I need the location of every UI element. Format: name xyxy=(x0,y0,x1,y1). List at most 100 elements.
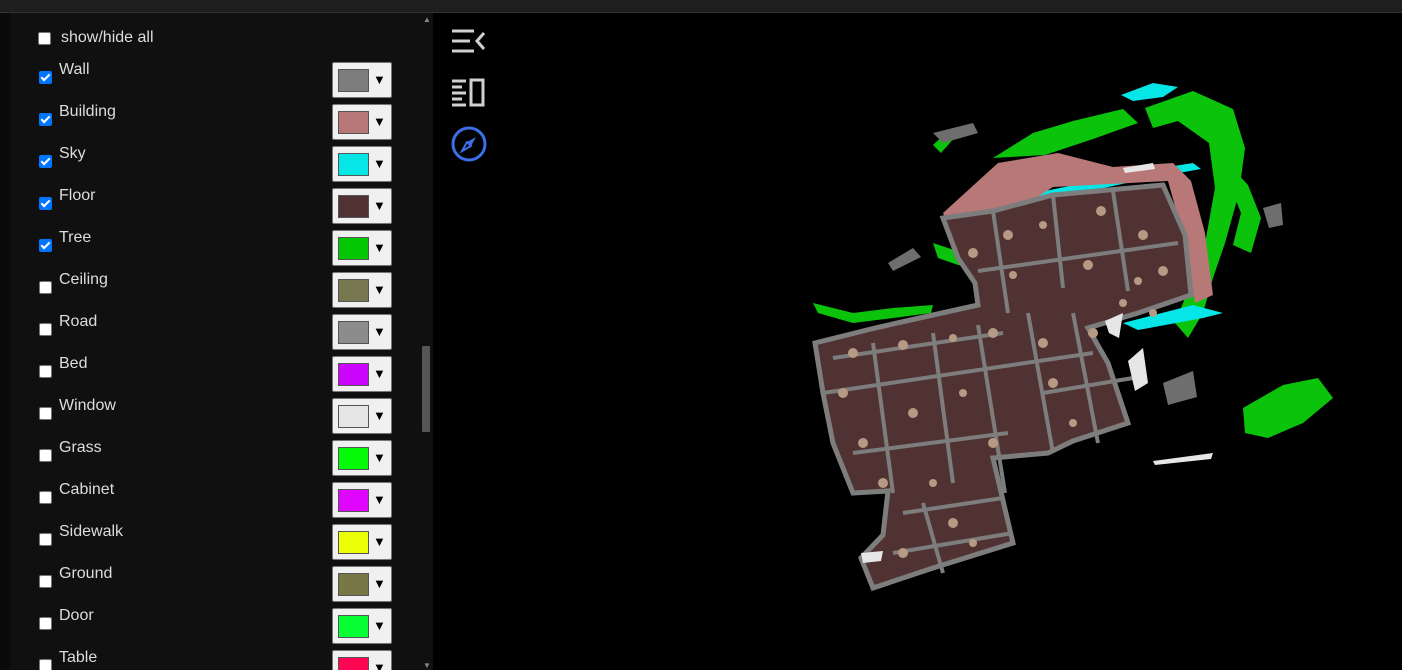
top-bar xyxy=(0,0,1402,13)
color-swatch xyxy=(338,195,369,218)
legend-item-cabinet[interactable]: Cabinet ▼ xyxy=(10,479,420,521)
dropdown-arrow-icon: ▼ xyxy=(373,492,386,507)
point-cloud-scene xyxy=(812,83,1333,592)
legend-item-checkbox[interactable] xyxy=(39,155,52,168)
dropdown-arrow-icon: ▼ xyxy=(373,576,386,591)
color-swatch xyxy=(338,363,369,386)
legend-item-checkbox[interactable] xyxy=(39,449,52,462)
color-swatch xyxy=(338,111,369,134)
legend-item-checkbox[interactable] xyxy=(39,281,52,294)
legend-item-checkbox[interactable] xyxy=(39,491,52,504)
legend-item-checkbox[interactable] xyxy=(39,575,52,588)
scroll-up-icon[interactable]: ▲ xyxy=(423,15,431,24)
color-picker-button[interactable]: ▼ xyxy=(332,440,392,476)
legend-item-floor[interactable]: Floor ▼ xyxy=(10,185,420,227)
dropdown-arrow-icon: ▼ xyxy=(373,282,386,297)
dropdown-arrow-icon: ▼ xyxy=(373,240,386,255)
panel-edge xyxy=(0,13,10,670)
legend-item-checkbox[interactable] xyxy=(39,533,52,546)
scrollbar-thumb[interactable] xyxy=(422,346,430,432)
legend-item-label: Building xyxy=(59,103,116,120)
legend-item-label: Bed xyxy=(59,355,88,372)
legend-item-tree[interactable]: Tree ▼ xyxy=(10,227,420,269)
legend-item-ground[interactable]: Ground ▼ xyxy=(10,563,420,605)
legend-item-checkbox[interactable] xyxy=(39,407,52,420)
legend-item-checkbox[interactable] xyxy=(39,323,52,336)
color-swatch xyxy=(338,615,369,638)
legend-item-ceiling[interactable]: Ceiling ▼ xyxy=(10,269,420,311)
legend-item-checkbox[interactable] xyxy=(39,197,52,210)
color-swatch xyxy=(338,657,369,670)
legend-item-checkbox[interactable] xyxy=(39,617,52,630)
color-picker-button[interactable]: ▼ xyxy=(332,650,392,670)
legend-item-checkbox[interactable] xyxy=(39,71,52,84)
color-swatch xyxy=(338,69,369,92)
legend-item-grass[interactable]: Grass ▼ xyxy=(10,437,420,479)
color-swatch xyxy=(338,321,369,344)
legend-item-label: Door xyxy=(59,607,94,624)
color-swatch xyxy=(338,489,369,512)
legend-item-label: Ceiling xyxy=(59,271,108,288)
dropdown-arrow-icon: ▼ xyxy=(373,198,386,213)
show-hide-all-toggle[interactable]: show/hide all xyxy=(38,27,154,49)
color-picker-button[interactable]: ▼ xyxy=(332,230,392,266)
legend-item-label: Cabinet xyxy=(59,481,115,498)
legend-item-label: Table xyxy=(59,649,98,666)
dropdown-arrow-icon: ▼ xyxy=(373,156,386,171)
legend-item-building[interactable]: Building ▼ xyxy=(10,101,420,143)
legend-item-label: Grass xyxy=(59,439,102,456)
legend-item-sidewalk[interactable]: Sidewalk ▼ xyxy=(10,521,420,563)
legend-item-sky[interactable]: Sky ▼ xyxy=(10,143,420,185)
show-hide-all-checkbox[interactable] xyxy=(38,31,51,45)
color-picker-button[interactable]: ▼ xyxy=(332,524,392,560)
color-picker-button[interactable]: ▼ xyxy=(332,482,392,518)
legend-item-label: Floor xyxy=(59,187,96,204)
color-picker-button[interactable]: ▼ xyxy=(332,356,392,392)
legend-item-label: Window xyxy=(59,397,116,414)
dropdown-arrow-icon: ▼ xyxy=(373,450,386,465)
legend-item-checkbox[interactable] xyxy=(39,365,52,378)
color-swatch xyxy=(338,531,369,554)
legend-item-checkbox[interactable] xyxy=(39,659,52,670)
legend-item-label: Sidewalk xyxy=(59,523,124,540)
legend-item-door[interactable]: Door ▼ xyxy=(10,605,420,647)
color-picker-button[interactable]: ▼ xyxy=(332,314,392,350)
color-swatch xyxy=(338,153,369,176)
color-picker-button[interactable]: ▼ xyxy=(332,566,392,602)
color-swatch xyxy=(338,237,369,260)
legend-item-label: Ground xyxy=(59,565,113,582)
legend-item-checkbox[interactable] xyxy=(39,239,52,252)
color-swatch xyxy=(338,447,369,470)
legend-list: show/hide all Wall ▼ Building ▼ Sky ▼ Floor ▼ Tr… xyxy=(10,13,420,670)
legend-item-label: Wall xyxy=(59,61,90,78)
dropdown-arrow-icon: ▼ xyxy=(373,72,386,87)
dropdown-arrow-icon: ▼ xyxy=(373,366,386,381)
color-picker-button[interactable]: ▼ xyxy=(332,608,392,644)
dropdown-arrow-icon: ▼ xyxy=(373,324,386,339)
legend-item-checkbox[interactable] xyxy=(39,113,52,126)
legend-scrollbar[interactable]: ▲ ▼ xyxy=(420,13,433,670)
color-picker-button[interactable]: ▼ xyxy=(332,188,392,224)
color-swatch xyxy=(338,573,369,596)
color-picker-button[interactable]: ▼ xyxy=(332,62,392,98)
dropdown-arrow-icon: ▼ xyxy=(373,660,386,670)
show-hide-all-label: show/hide all xyxy=(61,29,154,46)
legend-item-bed[interactable]: Bed ▼ xyxy=(10,353,420,395)
legend-item-road[interactable]: Road ▼ xyxy=(10,311,420,353)
legend-item-label: Sky xyxy=(59,145,86,162)
dropdown-arrow-icon: ▼ xyxy=(373,114,386,129)
color-picker-button[interactable]: ▼ xyxy=(332,104,392,140)
color-picker-button[interactable]: ▼ xyxy=(332,146,392,182)
legend-item-label: Tree xyxy=(59,229,92,246)
dropdown-arrow-icon: ▼ xyxy=(373,618,386,633)
color-picker-button[interactable]: ▼ xyxy=(332,272,392,308)
color-swatch xyxy=(338,405,369,428)
legend-item-wall[interactable]: Wall ▼ xyxy=(10,59,420,101)
color-swatch xyxy=(338,279,369,302)
3d-viewport[interactable] xyxy=(433,13,1402,670)
scroll-down-icon[interactable]: ▼ xyxy=(423,661,431,670)
color-picker-button[interactable]: ▼ xyxy=(332,398,392,434)
dropdown-arrow-icon: ▼ xyxy=(373,408,386,423)
legend-item-window[interactable]: Window ▼ xyxy=(10,395,420,437)
legend-item-table[interactable]: Table ▼ xyxy=(10,647,420,670)
